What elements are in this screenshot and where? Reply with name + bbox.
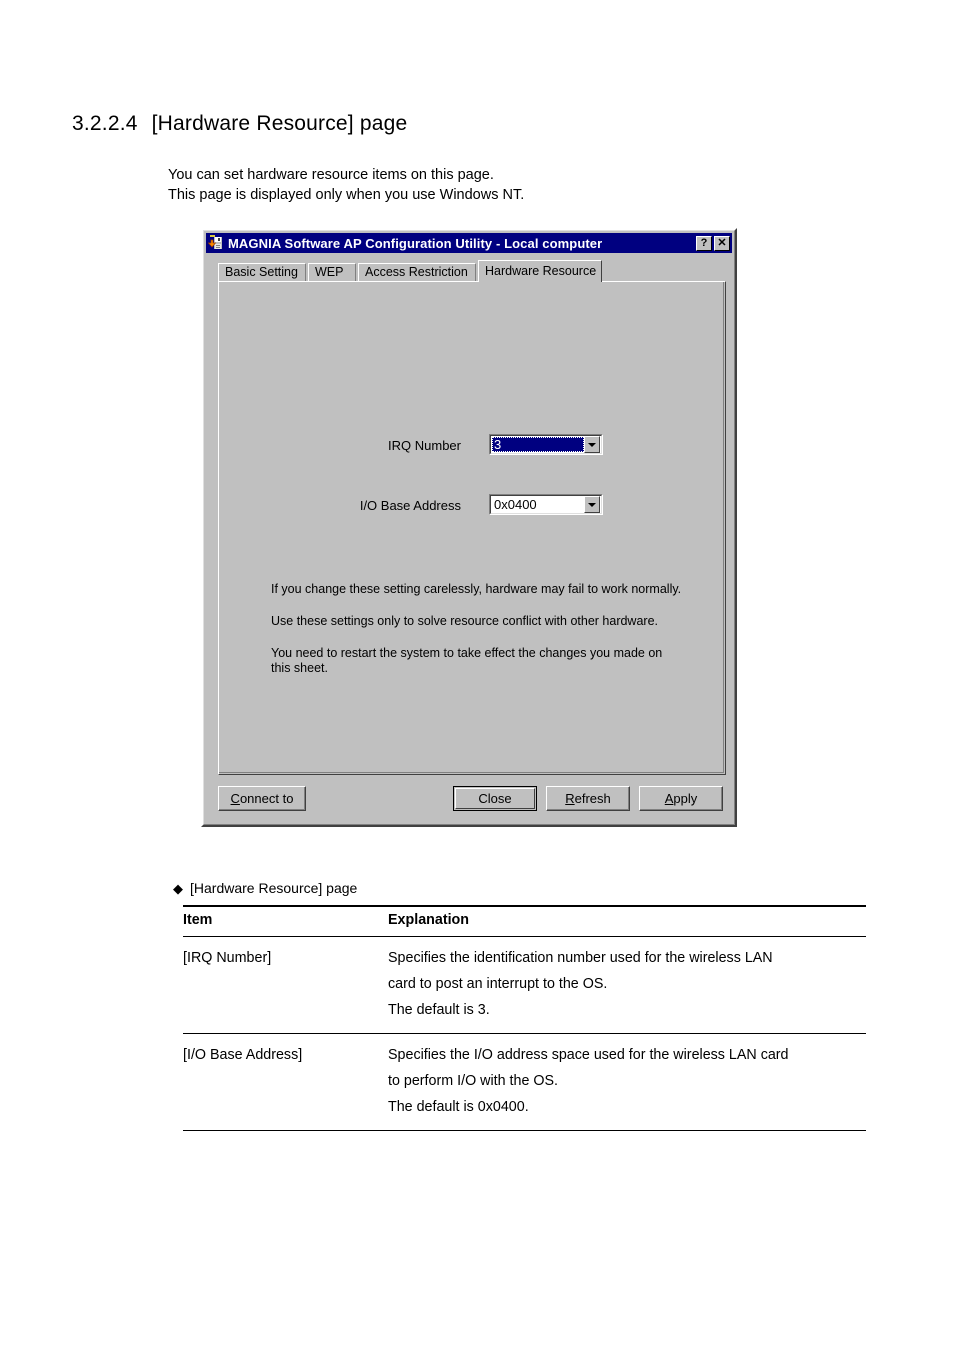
close-icon[interactable]: ✕: [714, 235, 730, 251]
refresh-label: efresh: [574, 791, 611, 806]
note-1: If you change these setting carelessly, …: [271, 582, 682, 596]
table-header-item: Item: [183, 905, 388, 937]
page-title-text: [Hardware Resource] page: [151, 112, 408, 135]
explanation-line: The default is 3.: [388, 1002, 490, 1018]
table-row: [I/O Base Address] Specifies the I/O add…: [183, 1033, 866, 1131]
connect-to-accel: C: [230, 791, 240, 806]
help-button[interactable]: ?: [696, 235, 712, 251]
explanation-line: card to post an interrupt to the OS.: [388, 976, 608, 992]
table-cell-explanation: Specifies the identification number used…: [388, 936, 866, 1034]
intro-line-1: You can set hardware resource items on t…: [168, 167, 494, 183]
intro-line-2: This page is displayed only when you use…: [168, 187, 525, 203]
tab-label: WEP: [315, 265, 344, 279]
tab-label: Access Restriction: [365, 265, 468, 279]
table-caption: ◆ [Hardware Resource] page: [173, 880, 357, 897]
explanation-line: to perform I/O with the OS.: [388, 1073, 559, 1089]
apply-button[interactable]: Apply: [639, 786, 723, 811]
table-row: [IRQ Number] Specifies the identificatio…: [183, 936, 866, 1034]
page-title: 3.2.2.4 [Hardware Resource] page: [72, 112, 407, 136]
close-button-label: Close: [478, 791, 512, 806]
warning-notes: If you change these setting carelessly, …: [271, 582, 711, 676]
table-caption-text: [Hardware Resource] page: [190, 880, 358, 896]
io-base-address-dropdown[interactable]: 0x0400: [489, 494, 603, 515]
io-base-address-value: 0x0400: [494, 497, 537, 512]
tab-label: Basic Setting: [225, 265, 298, 279]
dialog-title: MAGNIA Software AP Configuration Utility…: [228, 235, 603, 251]
irq-number-dropdown[interactable]: 3: [489, 434, 603, 455]
note-2: Use these settings only to solve resourc…: [271, 614, 658, 628]
connect-to-button[interactable]: Connect to: [218, 786, 306, 811]
apply-label: pply: [673, 791, 698, 806]
connect-to-label: onnect to: [239, 791, 294, 806]
table-cell-explanation: Specifies the I/O address space used for…: [388, 1033, 866, 1131]
tab-strip: Basic Setting WEP Access Restriction Har…: [218, 260, 726, 282]
floppy-disk-icon: [207, 235, 224, 251]
tab-access-restriction[interactable]: Access Restriction: [358, 263, 476, 282]
explanation-line: The default is 0x0400.: [388, 1099, 529, 1115]
tab-hardware-resource[interactable]: Hardware Resource: [478, 260, 602, 282]
table-header-explanation: Explanation: [388, 905, 866, 937]
page-title-number: 3.2.2.4: [72, 112, 138, 135]
irq-number-value: 3: [492, 437, 584, 452]
table-bottom-rule: [388, 1130, 866, 1131]
tab-basic-setting[interactable]: Basic Setting: [218, 263, 306, 282]
dialog-inner-bevel: MAGNIA Software AP Configuration Utility…: [203, 230, 735, 825]
dialog-titlebar[interactable]: MAGNIA Software AP Configuration Utility…: [206, 233, 732, 253]
chevron-down-icon[interactable]: [584, 436, 600, 453]
table-bottom-rule-row: [183, 1130, 866, 1131]
diamond-bullet-icon: ◆: [173, 881, 183, 896]
refresh-accel: R: [565, 791, 575, 806]
close-button[interactable]: Close: [453, 786, 537, 811]
configuration-utility-dialog: MAGNIA Software AP Configuration Utility…: [201, 228, 737, 827]
table-cell-item: [I/O Base Address]: [183, 1033, 388, 1131]
irq-number-label: IRQ Number: [388, 438, 461, 453]
table-header-row: Item Explanation: [183, 905, 866, 937]
tab-wep[interactable]: WEP: [308, 263, 356, 282]
hardware-resource-panel: IRQ Number 3 I/O Base Address 0x0400 If …: [218, 281, 726, 775]
explanation-line: Specifies the identification number used…: [388, 950, 773, 966]
intro-paragraph: You can set hardware resource items on t…: [168, 165, 524, 205]
table-bottom-rule: [183, 1130, 388, 1131]
io-base-address-label: I/O Base Address: [359, 498, 461, 513]
refresh-button[interactable]: Refresh: [546, 786, 630, 811]
chevron-down-icon[interactable]: [584, 496, 600, 513]
explanation-line: Specifies the I/O address space used for…: [388, 1047, 789, 1063]
hardware-resource-table: Item Explanation [IRQ Number] Specifies …: [183, 905, 866, 1131]
table-cell-item: [IRQ Number]: [183, 936, 388, 1034]
tab-label: Hardware Resource: [485, 264, 597, 278]
note-3: You need to restart the system to take e…: [271, 646, 663, 675]
